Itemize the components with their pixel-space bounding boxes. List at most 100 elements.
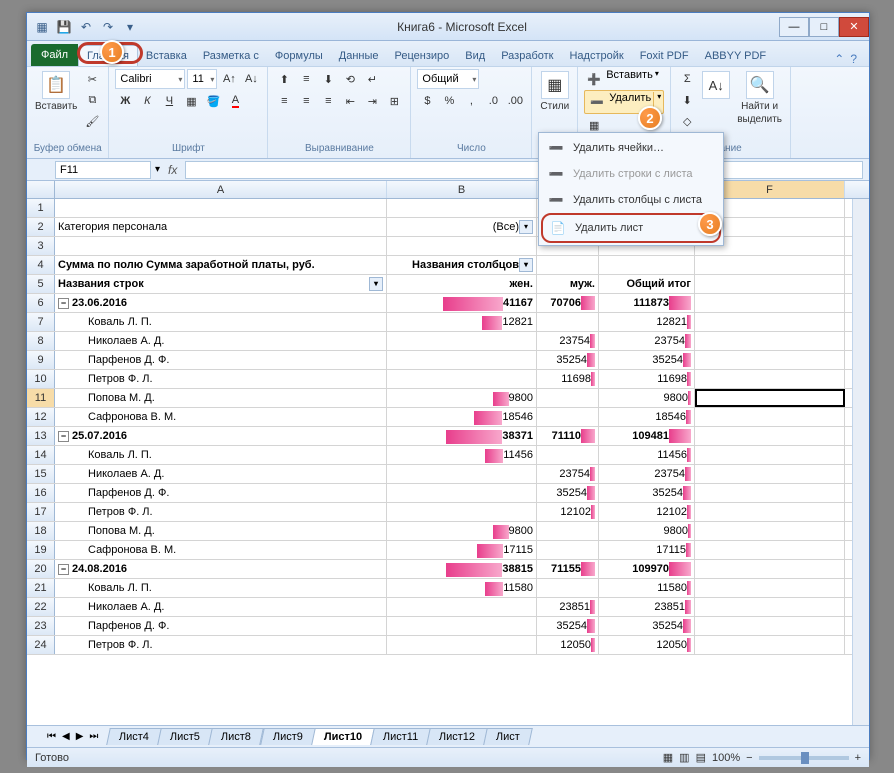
- row-header[interactable]: 8: [27, 332, 55, 350]
- cell[interactable]: Названия строк▾: [55, 275, 387, 293]
- cell[interactable]: [387, 484, 537, 502]
- increase-indent-icon[interactable]: ⇥: [362, 91, 382, 111]
- cell[interactable]: [695, 560, 845, 578]
- cell[interactable]: 35254: [599, 351, 695, 369]
- qat-more-icon[interactable]: ▾: [121, 18, 139, 36]
- cell[interactable]: Сафронова В. М.: [55, 541, 387, 559]
- row-header[interactable]: 19: [27, 541, 55, 559]
- cell[interactable]: [387, 351, 537, 369]
- filter-icon[interactable]: ▾: [519, 258, 533, 272]
- increase-font-icon[interactable]: A↑: [219, 69, 239, 89]
- cell[interactable]: [387, 199, 537, 217]
- align-middle-icon[interactable]: ≡: [296, 69, 316, 89]
- cell[interactable]: [537, 408, 599, 426]
- cell[interactable]: [537, 541, 599, 559]
- align-right-icon[interactable]: ≡: [318, 91, 338, 111]
- italic-icon[interactable]: К: [137, 91, 157, 111]
- cell[interactable]: [695, 256, 845, 274]
- cell[interactable]: [695, 275, 845, 293]
- cell[interactable]: 9800: [599, 522, 695, 540]
- cell[interactable]: 9800: [387, 389, 537, 407]
- cell[interactable]: 11698: [599, 370, 695, 388]
- align-left-icon[interactable]: ≡: [274, 91, 294, 111]
- sheet-tab[interactable]: Лист11: [370, 728, 431, 745]
- fill-icon[interactable]: ⬇: [677, 90, 697, 110]
- cell[interactable]: 23754: [537, 332, 599, 350]
- close-button[interactable]: ✕: [839, 17, 869, 37]
- cell[interactable]: [537, 256, 599, 274]
- comma-icon[interactable]: ,: [461, 91, 481, 111]
- cell[interactable]: 18546: [387, 408, 537, 426]
- sheet-nav-last-icon[interactable]: ⏭: [89, 731, 108, 742]
- cell[interactable]: [695, 598, 845, 616]
- sheet-tab[interactable]: Лист: [483, 728, 533, 745]
- tab-formulas[interactable]: Формулы: [267, 46, 331, 66]
- cell[interactable]: Николаев А. Д.: [55, 598, 387, 616]
- cell[interactable]: 23754: [599, 465, 695, 483]
- cell[interactable]: Николаев А. Д.: [55, 465, 387, 483]
- cell[interactable]: Парфенов Д. Ф.: [55, 617, 387, 635]
- cell[interactable]: [695, 636, 845, 654]
- cell[interactable]: 12821: [599, 313, 695, 331]
- cell[interactable]: [599, 256, 695, 274]
- cell[interactable]: [695, 522, 845, 540]
- cell[interactable]: 23754: [599, 332, 695, 350]
- maximize-button[interactable]: □: [809, 17, 839, 37]
- row-header[interactable]: 13: [27, 427, 55, 445]
- increase-decimal-icon[interactable]: .0: [483, 91, 503, 111]
- cell[interactable]: Парфенов Д. Ф.: [55, 351, 387, 369]
- cell[interactable]: [537, 446, 599, 464]
- tab-review[interactable]: Рецензиро: [387, 46, 458, 66]
- cell[interactable]: 35254: [537, 351, 599, 369]
- cell[interactable]: 17115: [599, 541, 695, 559]
- row-header[interactable]: 17: [27, 503, 55, 521]
- filter-icon[interactable]: ▾: [519, 220, 533, 234]
- filter-icon[interactable]: ▾: [369, 277, 383, 291]
- cell[interactable]: [695, 313, 845, 331]
- minimize-ribbon-icon[interactable]: ⌃: [834, 52, 844, 66]
- row-header[interactable]: 23: [27, 617, 55, 635]
- cell[interactable]: 12821: [387, 313, 537, 331]
- cell[interactable]: [695, 389, 845, 407]
- find-select-button[interactable]: 🔍 Найти и выделить: [735, 69, 784, 127]
- cell[interactable]: 38815: [387, 560, 537, 578]
- row-header[interactable]: 24: [27, 636, 55, 654]
- sheet-nav-next-icon[interactable]: ▶: [76, 731, 90, 742]
- row-header[interactable]: 12: [27, 408, 55, 426]
- sheet-tab[interactable]: Лист5: [158, 728, 214, 745]
- sheet-tab[interactable]: Лист8: [209, 728, 265, 745]
- cell[interactable]: Петров Ф. Л.: [55, 636, 387, 654]
- cell[interactable]: 12102: [537, 503, 599, 521]
- cell[interactable]: [695, 484, 845, 502]
- undo-icon[interactable]: ↶: [77, 18, 95, 36]
- cell[interactable]: [695, 503, 845, 521]
- cell[interactable]: 41167: [387, 294, 537, 312]
- row-header[interactable]: 21: [27, 579, 55, 597]
- formula-bar[interactable]: [185, 161, 863, 179]
- row-header[interactable]: 20: [27, 560, 55, 578]
- cell[interactable]: 11580: [387, 579, 537, 597]
- row-header[interactable]: 6: [27, 294, 55, 312]
- row-header[interactable]: 9: [27, 351, 55, 369]
- tab-view[interactable]: Вид: [457, 46, 493, 66]
- underline-icon[interactable]: Ч: [159, 91, 179, 111]
- copy-icon[interactable]: ⧉: [82, 90, 102, 110]
- cell[interactable]: жен.: [387, 275, 537, 293]
- tab-addins[interactable]: Надстройк: [561, 46, 631, 66]
- cell[interactable]: [695, 579, 845, 597]
- cell[interactable]: 11456: [599, 446, 695, 464]
- collapse-icon[interactable]: −: [58, 298, 69, 309]
- cell[interactable]: Попова М. Д.: [55, 389, 387, 407]
- sheet-tab[interactable]: Лист9: [260, 728, 316, 745]
- cell[interactable]: [537, 313, 599, 331]
- cell[interactable]: 23754: [537, 465, 599, 483]
- cell[interactable]: [387, 503, 537, 521]
- row-header[interactable]: 22: [27, 598, 55, 616]
- autosum-icon[interactable]: Σ: [677, 69, 697, 89]
- wrap-text-icon[interactable]: ↵: [362, 69, 382, 89]
- cell[interactable]: 71155: [537, 560, 599, 578]
- sheet-tab[interactable]: Лист12: [426, 728, 488, 745]
- align-bottom-icon[interactable]: ⬇: [318, 69, 338, 89]
- cell[interactable]: [387, 332, 537, 350]
- minimize-button[interactable]: —: [779, 17, 809, 37]
